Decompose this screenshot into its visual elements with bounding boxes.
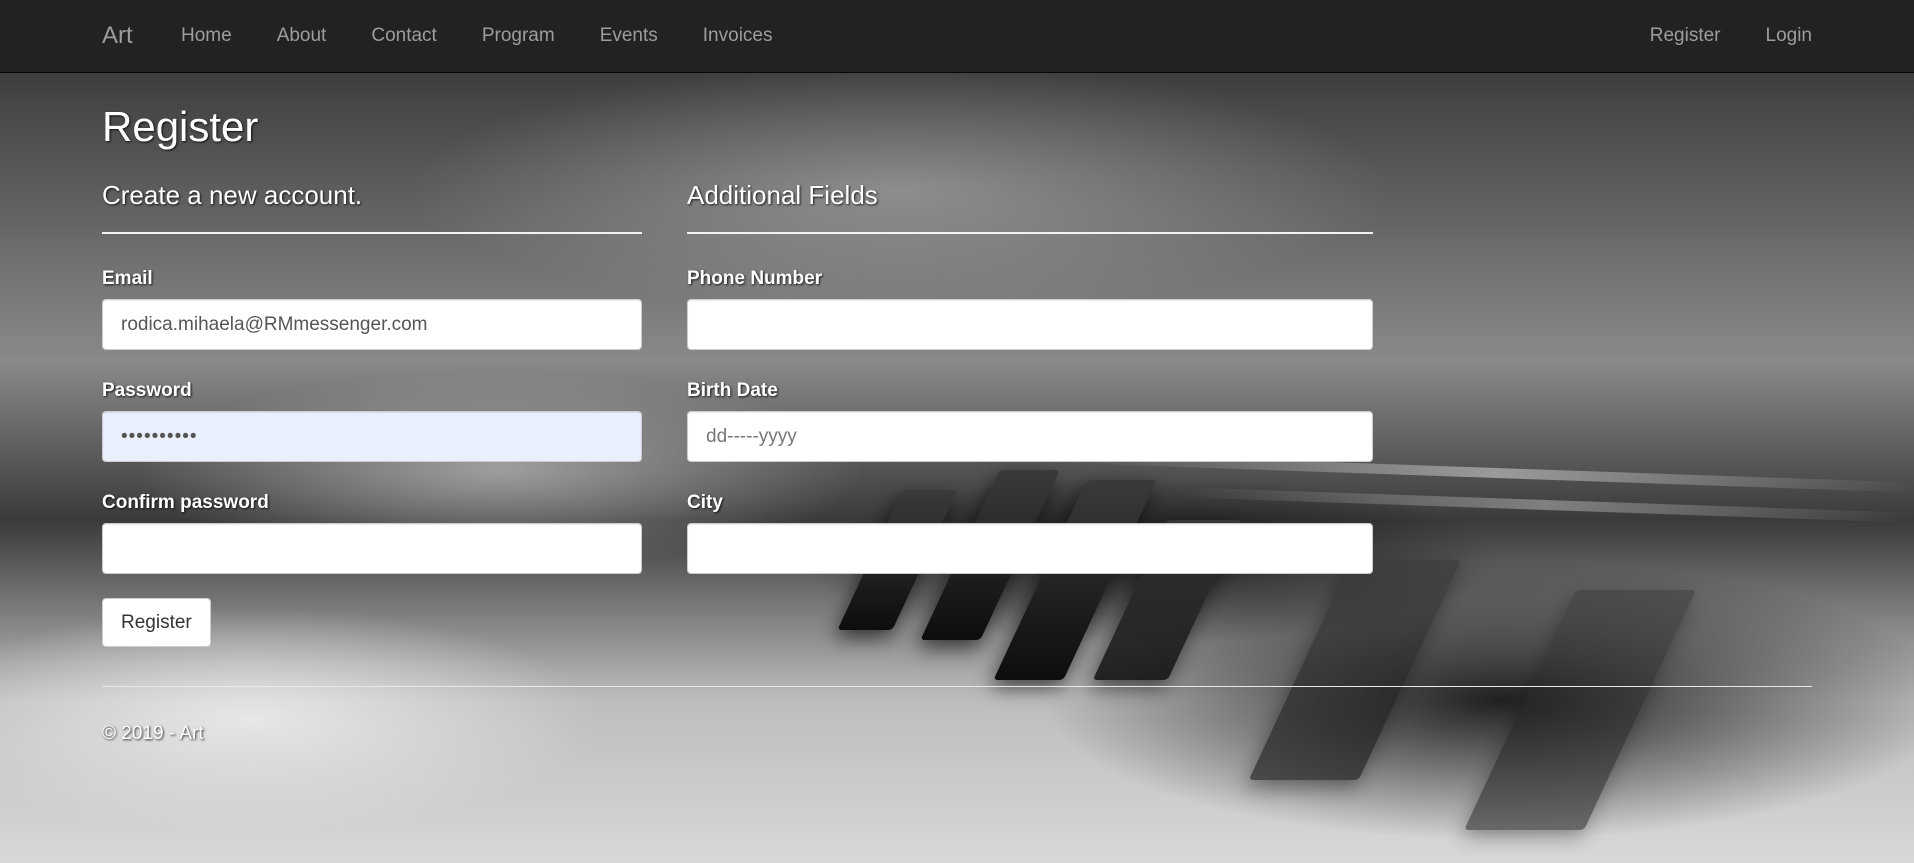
birth-date-field[interactable] — [687, 411, 1373, 462]
register-button[interactable]: Register — [102, 598, 211, 647]
confirm-password-field[interactable] — [102, 523, 642, 574]
city-label: City — [687, 492, 723, 513]
nav-link-home[interactable]: Home — [181, 25, 232, 47]
footer-divider — [102, 686, 1812, 687]
additional-fields-subtitle: Additional Fields — [687, 180, 878, 210]
birth-date-label: Birth Date — [687, 380, 778, 401]
page-title: Register — [102, 103, 259, 150]
email-label: Email — [102, 268, 153, 289]
phone-field[interactable] — [687, 299, 1373, 350]
left-divider — [102, 232, 642, 234]
confirm-password-label: Confirm password — [102, 492, 269, 513]
brand-link[interactable]: Art — [102, 22, 133, 50]
footer-copyright: © 2019 - Art — [102, 723, 204, 744]
email-field[interactable] — [102, 299, 642, 350]
password-label: Password — [102, 380, 192, 401]
additional-fields-form: Additional Fields Phone Number Birth Dat… — [687, 180, 1373, 604]
phone-label: Phone Number — [687, 268, 823, 289]
nav-links-right: Register Login — [1605, 25, 1812, 47]
password-field[interactable] — [102, 411, 642, 462]
top-navbar: Art Home About Contact Program Events In… — [0, 0, 1914, 73]
create-account-form: Create a new account. Email Password Con… — [102, 180, 642, 647]
nav-link-register[interactable]: Register — [1650, 25, 1721, 47]
nav-link-events[interactable]: Events — [600, 25, 658, 47]
nav-link-about[interactable]: About — [277, 25, 327, 47]
create-account-subtitle: Create a new account. — [102, 180, 363, 210]
right-divider — [687, 232, 1373, 234]
nav-link-program[interactable]: Program — [482, 25, 555, 47]
nav-link-contact[interactable]: Contact — [371, 25, 436, 47]
nav-link-invoices[interactable]: Invoices — [703, 25, 773, 47]
city-field[interactable] — [687, 523, 1373, 574]
nav-link-login[interactable]: Login — [1766, 25, 1813, 47]
nav-links-left: Home About Contact Program Events Invoic… — [181, 25, 817, 47]
